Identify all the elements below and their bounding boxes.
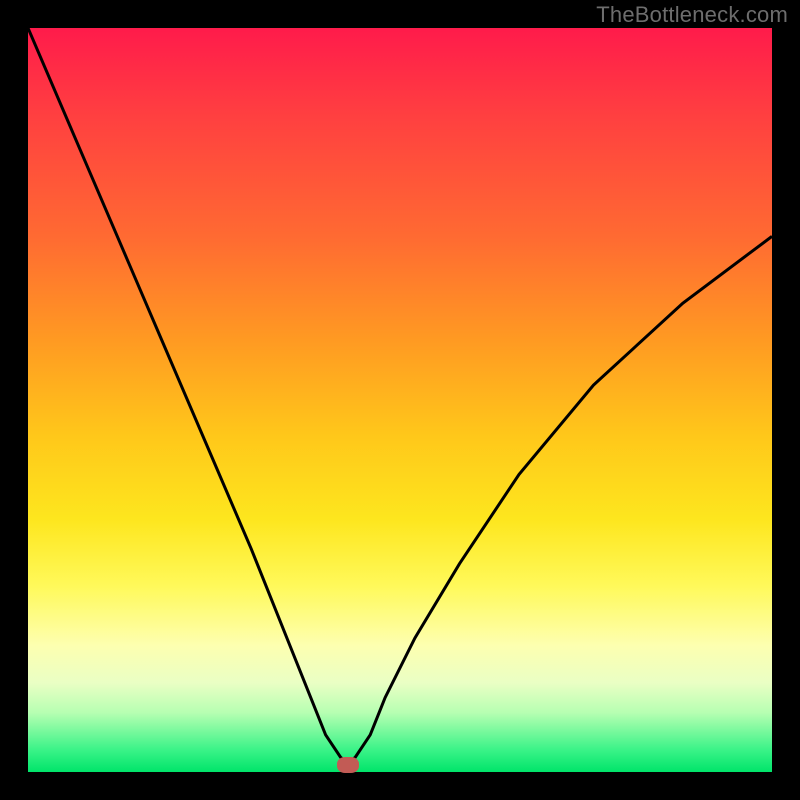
curve-svg [28, 28, 772, 772]
watermark-label: TheBottleneck.com [596, 2, 788, 28]
optimal-point-marker [337, 757, 359, 773]
plot-area [28, 28, 772, 772]
bottleneck-curve-path [28, 28, 772, 765]
chart-frame: TheBottleneck.com [0, 0, 800, 800]
